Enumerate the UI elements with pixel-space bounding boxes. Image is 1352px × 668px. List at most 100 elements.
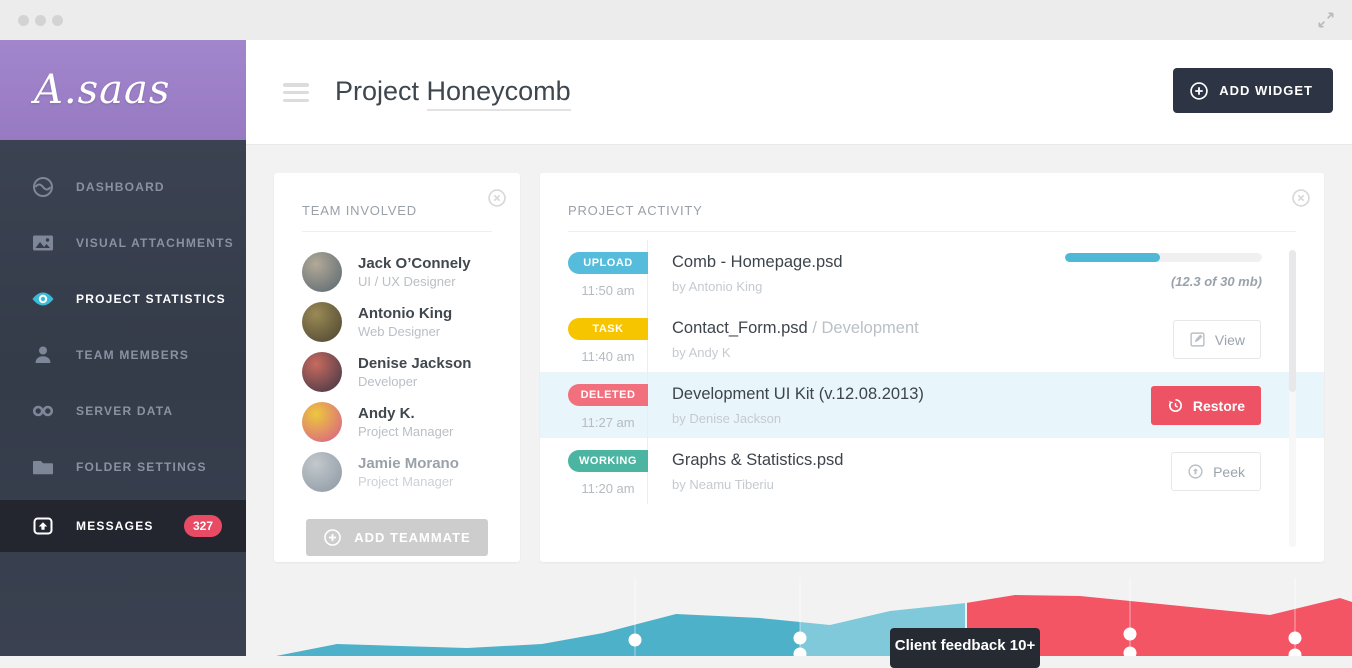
sidebar-item-label: MESSAGES xyxy=(76,519,154,533)
restore-icon xyxy=(1167,397,1184,414)
sidebar-item-project-statistics[interactable]: PROJECT STATISTICS xyxy=(0,271,246,327)
sidebar-item-label: TEAM MEMBERS xyxy=(76,348,189,362)
folder-icon xyxy=(31,455,55,479)
sidebar-item-folder-settings[interactable]: FOLDER SETTINGS xyxy=(0,439,246,495)
member-role: Project Manager xyxy=(358,474,459,489)
divider xyxy=(302,231,492,232)
window-controls[interactable] xyxy=(18,15,63,26)
window-titlebar xyxy=(0,0,1352,40)
activity-row-task: TASK 11:40 am Contact_Form.psd / Develop… xyxy=(540,306,1324,372)
add-widget-button[interactable]: ADD WIDGET xyxy=(1173,68,1333,113)
status-badge: TASK xyxy=(568,318,648,340)
activity-time: 11:20 am xyxy=(568,481,648,496)
team-member-row[interactable]: Jack O’Connely UI / UX Designer xyxy=(274,247,520,297)
sidebar-item-visual-attachments[interactable]: VISUAL ATTACHMENTS xyxy=(0,215,246,271)
upload-progress: (12.3 of 30 mb) xyxy=(1065,253,1262,289)
resize-icon[interactable] xyxy=(1316,10,1336,30)
messages-icon xyxy=(31,514,55,538)
page-title-emphasis: Honeycomb xyxy=(427,76,571,111)
page-header: Project Honeycomb ADD WIDGET xyxy=(246,40,1352,145)
status-badge: UPLOAD xyxy=(568,252,648,274)
sidebar-item-team-members[interactable]: TEAM MEMBERS xyxy=(0,327,246,383)
status-badge: DELETED xyxy=(568,384,648,406)
view-button[interactable]: View xyxy=(1173,320,1261,359)
member-name: Andy K. xyxy=(358,405,453,422)
activity-time-col: DELETED 11:27 am xyxy=(540,372,648,438)
window-dot-icon[interactable] xyxy=(35,15,46,26)
sidebar-item-label: VISUAL ATTACHMENTS xyxy=(76,236,234,250)
activity-row-deleted: DELETED 11:27 am Development UI Kit (v.1… xyxy=(540,372,1324,438)
activity-author: by Neamu Tiberiu xyxy=(672,477,844,492)
dashboard-icon xyxy=(31,175,55,199)
server-data-icon xyxy=(31,399,55,423)
sidebar: DASHBOARD VISUAL ATTACHMENTS PROJECT STA… xyxy=(0,140,246,656)
add-teammate-button[interactable]: ADD TEAMMATE xyxy=(306,519,488,556)
activity-title: Graphs & Statistics.psd xyxy=(672,451,844,470)
edit-icon xyxy=(1189,331,1206,348)
visual-attachments-icon xyxy=(31,231,55,255)
restore-button-label: Restore xyxy=(1193,398,1245,414)
avatar xyxy=(302,452,342,492)
progress-track xyxy=(1065,253,1262,262)
member-name: Denise Jackson xyxy=(358,355,471,372)
restore-button[interactable]: Restore xyxy=(1151,386,1261,425)
member-name: Jack O’Connely xyxy=(358,255,471,272)
add-widget-label: ADD WIDGET xyxy=(1219,83,1313,98)
activity-time: 11:40 am xyxy=(568,349,648,364)
activity-time-col: UPLOAD 11:50 am xyxy=(540,240,648,306)
brand-name: A.saas xyxy=(34,67,170,113)
messages-count-badge: 327 xyxy=(184,515,222,537)
team-member-row[interactable]: Antonio KingWeb Designer xyxy=(274,297,520,347)
eye-icon xyxy=(31,287,55,311)
member-role: Developer xyxy=(358,374,471,389)
sidebar-item-messages[interactable]: MESSAGES 327 xyxy=(0,500,246,552)
add-teammate-label: ADD TEAMMATE xyxy=(354,530,470,545)
sidebar-item-dashboard[interactable]: DASHBOARD xyxy=(0,159,246,215)
chart-tooltip: Client feedback 10+ xyxy=(890,628,1040,668)
sidebar-item-label: PROJECT STATISTICS xyxy=(76,292,226,306)
team-member-row[interactable]: Andy K. Project Manager xyxy=(274,397,520,447)
view-button-label: View xyxy=(1215,332,1245,348)
activity-author: by Andy K xyxy=(672,345,919,360)
team-involved-panel: TEAM INVOLVED Jack O’ConnelyUI / UX Desi… xyxy=(274,173,520,562)
close-icon[interactable] xyxy=(1291,188,1311,208)
activity-title-suffix: / Development xyxy=(812,319,918,337)
scrollbar-thumb[interactable] xyxy=(1289,250,1296,392)
brand-logo[interactable]: A.saas xyxy=(0,40,246,140)
peek-icon xyxy=(1187,463,1204,480)
divider xyxy=(568,231,1296,232)
activity-time-col: WORKING 11:20 am xyxy=(540,438,648,504)
avatar xyxy=(302,302,342,342)
activity-time-col: TASK 11:40 am xyxy=(540,306,648,372)
member-name: Antonio King xyxy=(358,305,452,322)
peek-button[interactable]: Peek xyxy=(1171,452,1261,491)
window-dot-icon[interactable] xyxy=(52,15,63,26)
team-member-row[interactable]: Denise Jackson Developer xyxy=(274,347,520,397)
activity-area-chart xyxy=(246,560,1352,656)
member-role: UI / UX Designer xyxy=(358,274,471,289)
activity-author: by Antonio King xyxy=(672,279,843,294)
menu-icon[interactable] xyxy=(283,83,309,102)
peek-button-label: Peek xyxy=(1213,464,1245,480)
plus-circle-icon xyxy=(1189,81,1209,101)
activity-time: 11:27 am xyxy=(568,415,648,430)
panel-title: PROJECT ACTIVITY xyxy=(540,173,1324,231)
progress-fill xyxy=(1065,253,1160,262)
member-name: Jamie Morano xyxy=(358,455,459,472)
sidebar-item-server-data[interactable]: SERVER DATA xyxy=(0,383,246,439)
member-role: Project Manager xyxy=(358,424,453,439)
scrollbar-track[interactable] xyxy=(1289,250,1296,547)
progress-caption: (12.3 of 30 mb) xyxy=(1065,274,1262,289)
sidebar-item-label: SERVER DATA xyxy=(76,404,173,418)
team-member-row[interactable]: Jamie Morano Project Manager xyxy=(274,447,520,497)
activity-time: 11:50 am xyxy=(568,283,648,298)
page-title-prefix: Project xyxy=(335,76,427,106)
avatar xyxy=(302,352,342,392)
activity-title: Development UI Kit (v.12.08.2013) xyxy=(672,385,924,404)
project-activity-panel: PROJECT ACTIVITY UPLOAD 11:50 am Comb - … xyxy=(540,173,1324,562)
plus-circle-icon xyxy=(323,528,342,547)
activity-row-working: WORKING 11:20 am Graphs & Statistics.psd… xyxy=(540,438,1324,504)
page-title: Project Honeycomb xyxy=(335,76,571,107)
window-dot-icon[interactable] xyxy=(18,15,29,26)
close-icon[interactable] xyxy=(487,188,507,208)
